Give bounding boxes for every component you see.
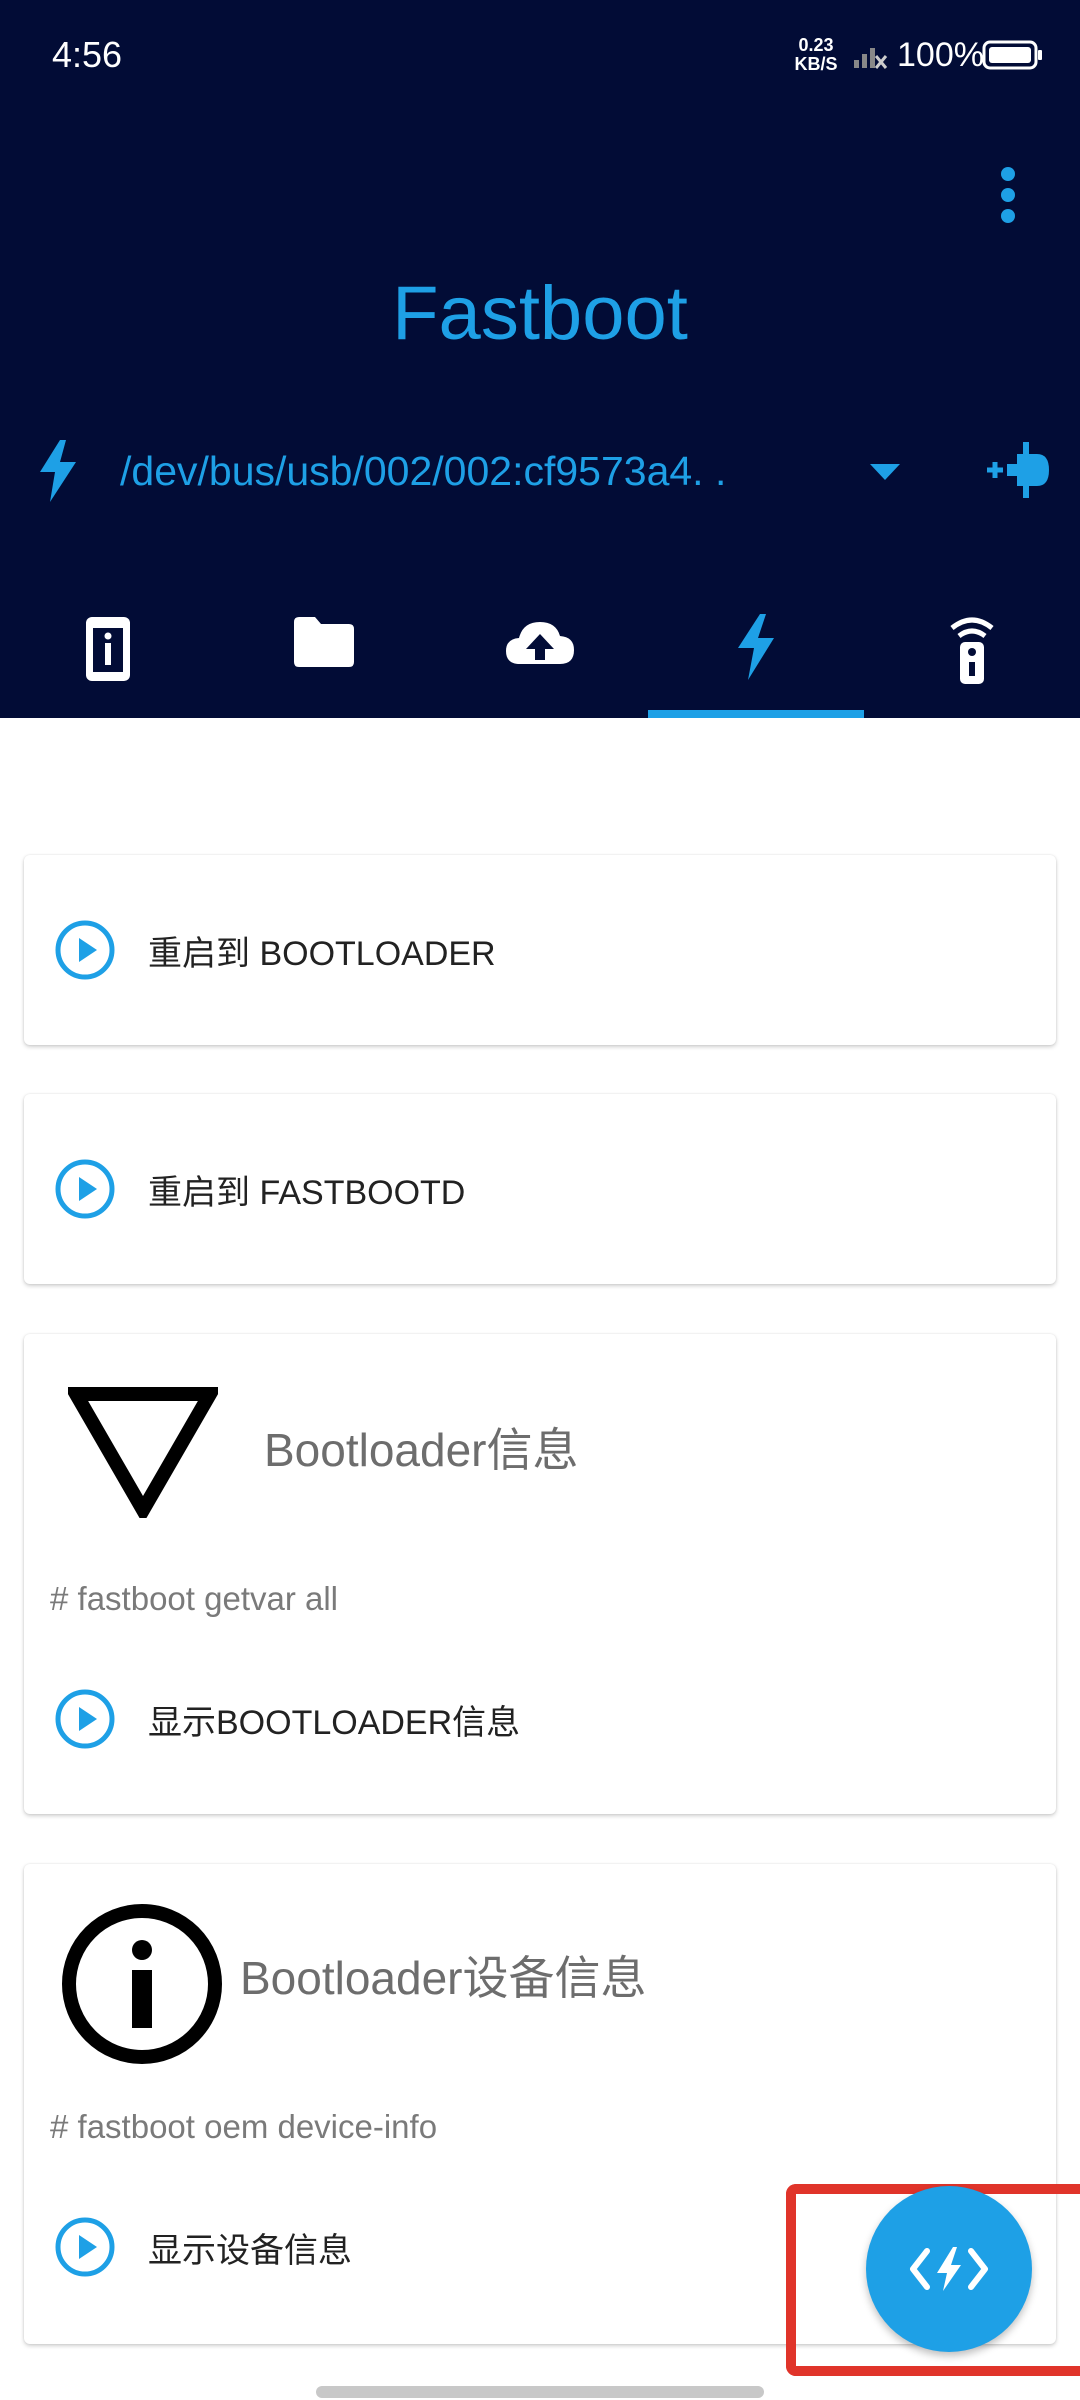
cloud-upload-icon (506, 622, 574, 664)
app-header: 4:56 0.23 KB/S 100% Fastboot /dev/bus/us… (0, 0, 1080, 718)
add-plug-icon[interactable] (985, 440, 1057, 502)
show-bootloader-info-button[interactable]: 显示BOOTLOADER信息 (54, 1684, 520, 1754)
card-reboot-fastbootd: 重启到 FASTBOOTD (24, 1094, 1056, 1284)
action-label: 显示BOOTLOADER信息 (148, 1703, 521, 1742)
folder-icon (294, 617, 354, 667)
tab-upload[interactable] (432, 600, 648, 718)
play-circle-icon (55, 2217, 115, 2277)
status-bar: 4:56 0.23 KB/S 100% (0, 0, 1080, 110)
tab-device-info[interactable] (0, 600, 216, 718)
tab-indicator (648, 710, 864, 718)
play-circle-icon (55, 1159, 115, 1219)
show-device-info-button[interactable]: 显示设备信息 (54, 2212, 352, 2282)
status-time: 4:56 (52, 34, 123, 75)
battery-percent: 100% (897, 36, 984, 74)
home-indicator (316, 2386, 764, 2398)
flash-icon (40, 440, 76, 502)
tab-remote[interactable] (864, 600, 1080, 718)
card-title: Bootloader设备信息 (240, 1952, 647, 2004)
net-speed-unit: KB/S (794, 54, 838, 74)
more-vert-icon (1001, 167, 1015, 223)
signal-icon (854, 48, 888, 69)
remote-icon (950, 617, 994, 684)
card-reboot-bootloader: 重启到 BOOTLOADER (24, 855, 1056, 1045)
play-circle-icon (55, 1689, 115, 1749)
card-title: Bootloader信息 (264, 1424, 579, 1476)
reboot-fastbootd-button[interactable]: 重启到 FASTBOOTD (54, 1154, 465, 1224)
action-label: 重启到 BOOTLOADER (148, 934, 496, 973)
net-speed: 0.23 KB/S (790, 36, 842, 74)
battery-icon (982, 40, 1042, 70)
info-circle-icon (62, 1904, 222, 2064)
page-title: Fastboot (392, 271, 688, 356)
action-label: 重启到 FASTBOOTD (148, 1173, 466, 1212)
device-path[interactable]: /dev/bus/usb/002/002:cf9573a4. . (120, 448, 800, 495)
flash-icon (738, 614, 774, 680)
play-circle-icon (55, 920, 115, 980)
more-options-button[interactable] (980, 160, 1040, 230)
tab-bar (0, 600, 1080, 718)
card-command: # fastboot getvar all (50, 1580, 339, 1617)
device-info-icon (86, 617, 130, 681)
terminal-fab-button[interactable] (866, 2186, 1032, 2352)
tab-files[interactable] (216, 600, 432, 718)
action-label: 显示设备信息 (148, 2231, 352, 2270)
dropdown-arrow-icon[interactable] (868, 462, 902, 482)
reboot-bootloader-button[interactable]: 重启到 BOOTLOADER (54, 915, 496, 985)
triangle-down-icon (68, 1387, 218, 1518)
net-speed-value: 0.23 (798, 35, 834, 55)
card-bootloader-info: Bootloader信息 # fastboot getvar all 显示BOO… (24, 1334, 1056, 1814)
code-flash-icon (910, 2247, 988, 2291)
card-command: # fastboot oem device-info (50, 2108, 438, 2145)
tab-flash[interactable] (648, 600, 864, 718)
